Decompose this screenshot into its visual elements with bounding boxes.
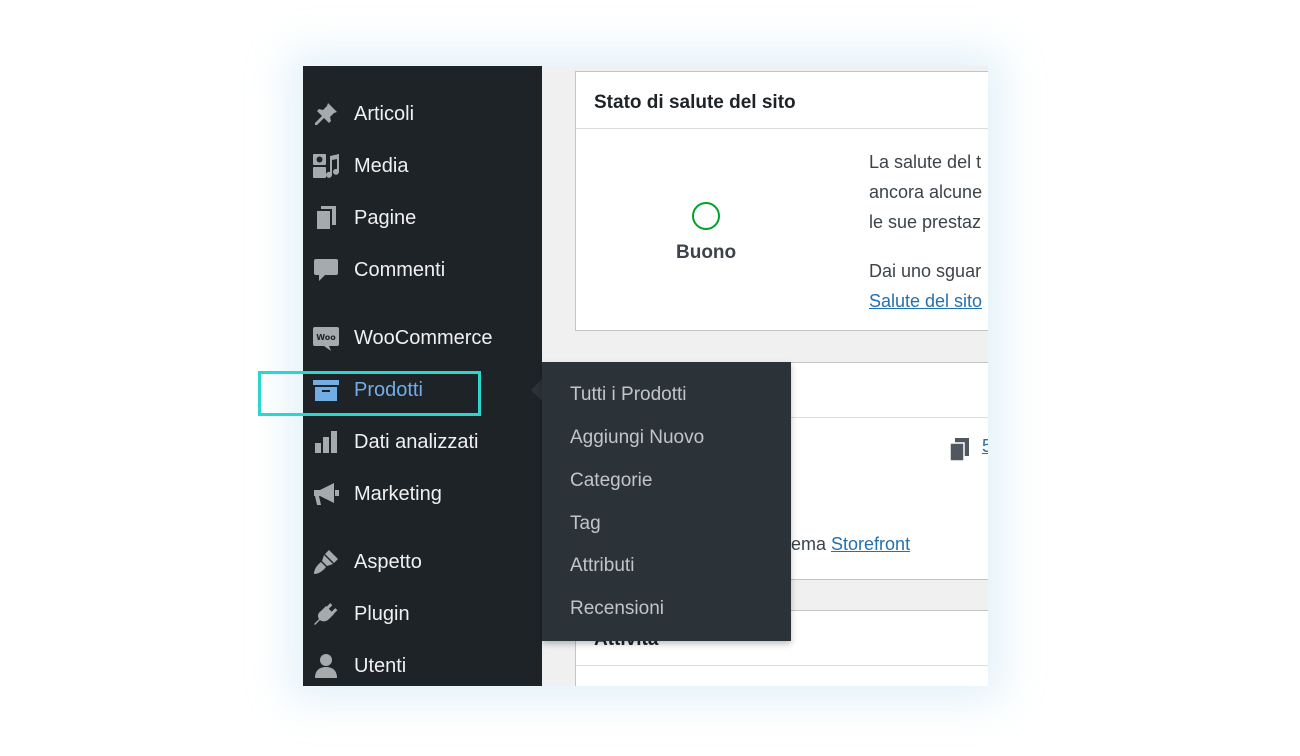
woo-icon: Woo — [312, 324, 340, 352]
sidebar-item-label: Media — [354, 154, 409, 177]
sidebar-item-media[interactable]: Media — [303, 144, 542, 188]
sidebar-item-label: Dati analizzati — [354, 430, 479, 453]
sidebar-item-label: Pagine — [354, 206, 417, 229]
submenu-item-aggiungi-nuovo[interactable]: Aggiungi Nuovo — [570, 427, 704, 449]
sidebar-item-marketing[interactable]: Marketing — [303, 472, 542, 516]
site-health-title: Stato di salute del sito — [594, 92, 796, 113]
media-icon — [312, 152, 340, 180]
megaphone-icon — [312, 480, 340, 508]
health-text-line-4: Dai uno sguar — [869, 261, 982, 281]
pages-count-icon — [949, 438, 971, 462]
user-icon — [312, 652, 340, 680]
sidebar-item-aspetto[interactable]: Aspetto — [303, 540, 542, 584]
paintbrush-icon — [312, 548, 340, 576]
woo-logo-text: Woo — [316, 333, 336, 342]
pushpin-icon — [312, 100, 340, 128]
submenu-item-categorie[interactable]: Categorie — [570, 470, 652, 492]
theme-prefix: tema — [786, 534, 832, 554]
pages-icon — [312, 204, 340, 232]
site-health-link[interactable]: Salute del sito — [869, 291, 982, 312]
bar-chart-icon — [312, 428, 340, 456]
sidebar-item-pagine[interactable]: Pagine — [303, 196, 542, 240]
sidebar-item-commenti[interactable]: Commenti — [303, 248, 542, 292]
health-status-circle-icon — [692, 202, 720, 230]
sidebar-item-utenti[interactable]: Utenti — [303, 644, 542, 686]
theme-storefront-link[interactable]: Storefront — [831, 534, 910, 554]
sidebar-item-plugin[interactable]: Plugin — [303, 592, 542, 636]
comment-icon — [312, 256, 340, 284]
sidebar-item-dati-analizzati[interactable]: Dati analizzati — [303, 420, 542, 464]
sidebar-item-label: Utenti — [354, 654, 407, 677]
sidebar-item-label: Plugin — [354, 602, 410, 625]
health-text-line-1: La salute del t — [869, 152, 982, 172]
theme-text: tema Storefront — [786, 534, 910, 555]
site-health-card: Stato di salute del sito Buono La salute… — [575, 71, 988, 331]
health-status-label: Buono — [676, 242, 737, 263]
card-divider — [576, 128, 988, 129]
flyout-pointer — [531, 379, 542, 401]
sidebar-item-label: Commenti — [354, 258, 446, 281]
sidebar-item-label: Marketing — [354, 482, 442, 505]
submenu-item-tutti-i-prodotti[interactable]: Tutti i Prodotti — [570, 384, 687, 406]
sidebar-item-label: Articoli — [354, 102, 415, 125]
submenu-item-recensioni[interactable]: Recensioni — [570, 598, 664, 620]
card-divider — [576, 665, 988, 666]
health-text-line-2: ancora alcune — [869, 182, 983, 202]
sidebar-item-label: Aspetto — [354, 550, 422, 573]
plugin-icon — [312, 600, 340, 628]
pages-count-link[interactable]: 5 — [982, 436, 988, 457]
sidebar-item-woocommerce[interactable]: Woo WooCommerce — [303, 316, 542, 360]
sidebar-item-articoli[interactable]: Articoli — [303, 92, 542, 136]
prodotti-highlight-box — [258, 371, 481, 416]
submenu-item-tag[interactable]: Tag — [570, 513, 601, 535]
submenu-item-attributi[interactable]: Attributi — [570, 555, 634, 577]
prodotti-submenu: Tutti i Prodotti Aggiungi Nuovo Categori… — [542, 362, 791, 641]
health-text-line-3: le sue prestaz — [869, 212, 982, 232]
sidebar-item-label: WooCommerce — [354, 326, 493, 349]
